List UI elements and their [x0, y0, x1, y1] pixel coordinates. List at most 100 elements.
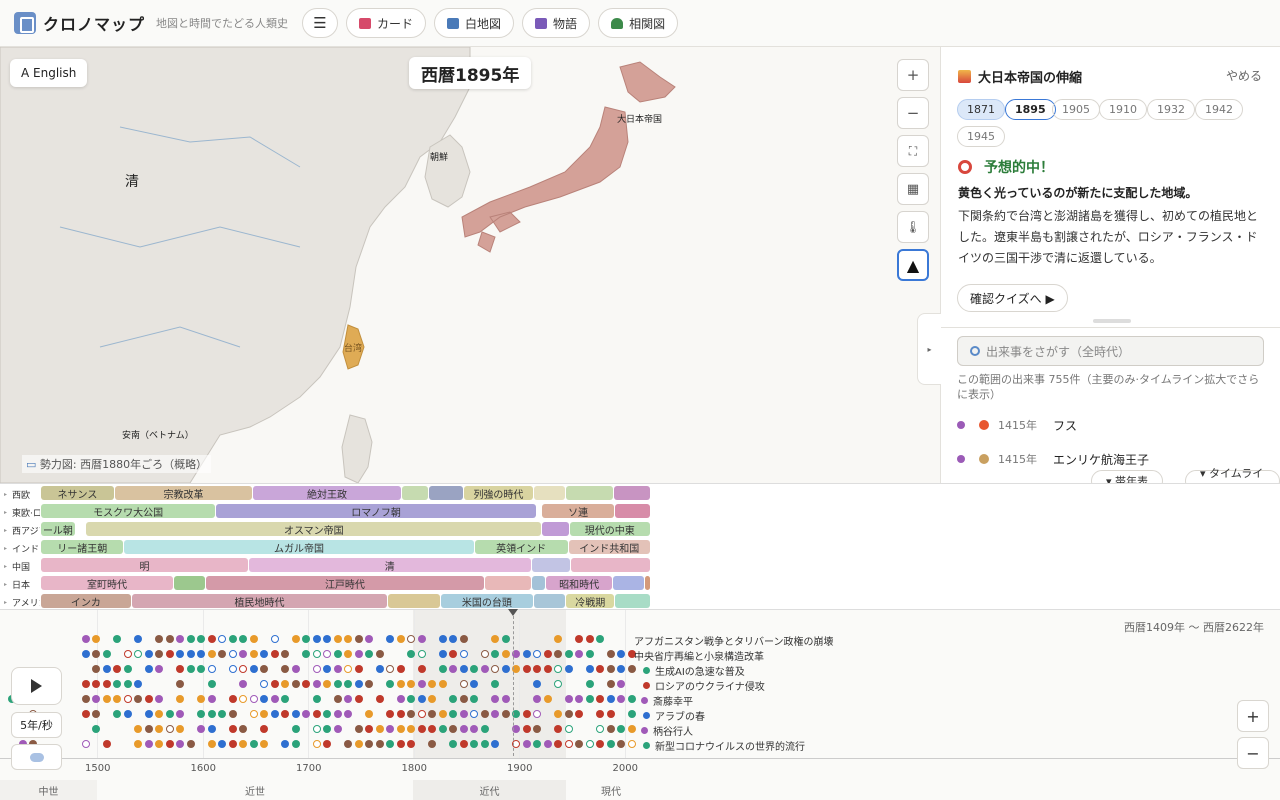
period-band[interactable]: 列強の時代 — [464, 486, 533, 500]
zoom-out-button[interactable]: − — [897, 97, 929, 129]
period-band[interactable]: 清 — [248, 558, 531, 572]
event-dot[interactable] — [596, 710, 604, 718]
play-button[interactable] — [11, 667, 62, 705]
chat-button[interactable] — [11, 744, 62, 770]
event-dot[interactable] — [564, 725, 573, 733]
event-dot[interactable] — [354, 635, 363, 643]
event-dot[interactable] — [554, 680, 562, 688]
event-dot[interactable] — [312, 680, 321, 688]
event-dot[interactable] — [155, 695, 163, 703]
event-dot[interactable] — [470, 695, 478, 703]
event-dot[interactable] — [260, 695, 268, 703]
event-dot[interactable] — [606, 650, 615, 658]
event-dot[interactable] — [365, 650, 373, 658]
event-dot[interactable] — [323, 680, 331, 688]
timeline-playhead[interactable] — [513, 616, 514, 756]
event-dot[interactable] — [417, 710, 426, 718]
event-dot[interactable] — [417, 635, 426, 643]
event-dot[interactable] — [176, 740, 184, 748]
event-dot[interactable] — [533, 710, 541, 718]
event-dot[interactable] — [113, 710, 121, 718]
event-dot[interactable] — [522, 650, 531, 658]
event-dot[interactable] — [522, 710, 531, 718]
event-dot[interactable] — [228, 725, 237, 733]
event-dot[interactable] — [396, 725, 405, 733]
event-dot[interactable] — [165, 740, 174, 748]
timeline-event-label[interactable]: 新型コロナウイルスの世界的流行 — [643, 738, 805, 753]
event-dot[interactable] — [81, 650, 90, 658]
event-dot[interactable] — [176, 725, 184, 733]
event-dot[interactable] — [291, 710, 300, 718]
event-dot[interactable] — [92, 650, 100, 658]
event-dot[interactable] — [375, 650, 384, 658]
event-dot[interactable] — [323, 665, 331, 673]
event-dot[interactable] — [627, 710, 636, 718]
event-dot[interactable] — [501, 710, 510, 718]
event-dot[interactable] — [197, 635, 205, 643]
period-band[interactable]: 宗教改革 — [114, 486, 253, 500]
event-dot[interactable] — [197, 725, 205, 733]
event-dot[interactable] — [123, 665, 132, 673]
event-dot[interactable] — [480, 710, 489, 718]
event-dot[interactable] — [228, 650, 237, 658]
period-band[interactable]: ソ連 — [542, 504, 614, 518]
event-dot[interactable] — [459, 740, 468, 748]
event-dot[interactable] — [176, 680, 184, 688]
period-band[interactable]: 植民地時代 — [131, 594, 388, 608]
event-dot[interactable] — [323, 710, 331, 718]
event-dot[interactable] — [417, 695, 426, 703]
event-dot[interactable] — [176, 635, 184, 643]
event-dot[interactable] — [407, 710, 415, 718]
timeline-event-label[interactable]: アラブの春 — [643, 708, 705, 723]
event-dot[interactable] — [281, 695, 289, 703]
event-dot[interactable] — [480, 650, 489, 658]
event-dot[interactable] — [617, 665, 625, 673]
event-dot[interactable] — [281, 650, 289, 658]
event-dot[interactable] — [522, 665, 531, 673]
event-dot[interactable] — [627, 695, 636, 703]
nav-relation-button[interactable]: 相関図 — [598, 8, 679, 38]
nav-story-button[interactable]: 物語 — [522, 8, 591, 38]
event-dot[interactable] — [134, 725, 142, 733]
event-dot[interactable] — [417, 665, 426, 673]
event-dot[interactable] — [144, 665, 153, 673]
event-dot[interactable] — [186, 650, 195, 658]
event-dot[interactable] — [396, 695, 405, 703]
event-dot[interactable] — [260, 710, 268, 718]
panel-resize-handle[interactable] — [1093, 319, 1131, 323]
event-dot[interactable] — [491, 710, 499, 718]
event-dot[interactable] — [396, 635, 405, 643]
period-band[interactable] — [485, 576, 531, 590]
event-dot[interactable] — [134, 680, 142, 688]
event-dot[interactable] — [270, 680, 279, 688]
event-dot[interactable] — [554, 635, 562, 643]
event-dot[interactable] — [606, 695, 615, 703]
timeline-zoom-out-button[interactable]: − — [1237, 737, 1269, 769]
event-dot[interactable] — [228, 695, 237, 703]
event-dot[interactable] — [155, 635, 163, 643]
event-dot[interactable] — [302, 635, 310, 643]
event-dot[interactable] — [564, 710, 573, 718]
event-dot[interactable] — [228, 740, 237, 748]
event-dot[interactable] — [501, 695, 510, 703]
event-dot[interactable] — [428, 695, 436, 703]
event-dot[interactable] — [144, 740, 153, 748]
year-chip-1910[interactable]: 1910 — [1099, 99, 1147, 120]
event-dot[interactable] — [543, 740, 552, 748]
event-dot[interactable] — [596, 635, 604, 643]
event-dot[interactable] — [260, 650, 268, 658]
event-dot[interactable] — [365, 710, 373, 718]
event-dot[interactable] — [260, 665, 268, 673]
event-dot[interactable] — [144, 725, 153, 733]
event-dot[interactable] — [480, 740, 489, 748]
event-dot[interactable] — [596, 740, 604, 748]
event-dot[interactable] — [270, 695, 279, 703]
event-dot[interactable] — [449, 740, 457, 748]
event-dot[interactable] — [554, 740, 562, 748]
event-dot[interactable] — [585, 650, 594, 658]
event-dot[interactable] — [207, 665, 216, 673]
year-chip-1942[interactable]: 1942 — [1195, 99, 1243, 120]
event-dot[interactable] — [207, 710, 216, 718]
event-dot[interactable] — [407, 635, 415, 643]
event-dot[interactable] — [333, 725, 342, 733]
